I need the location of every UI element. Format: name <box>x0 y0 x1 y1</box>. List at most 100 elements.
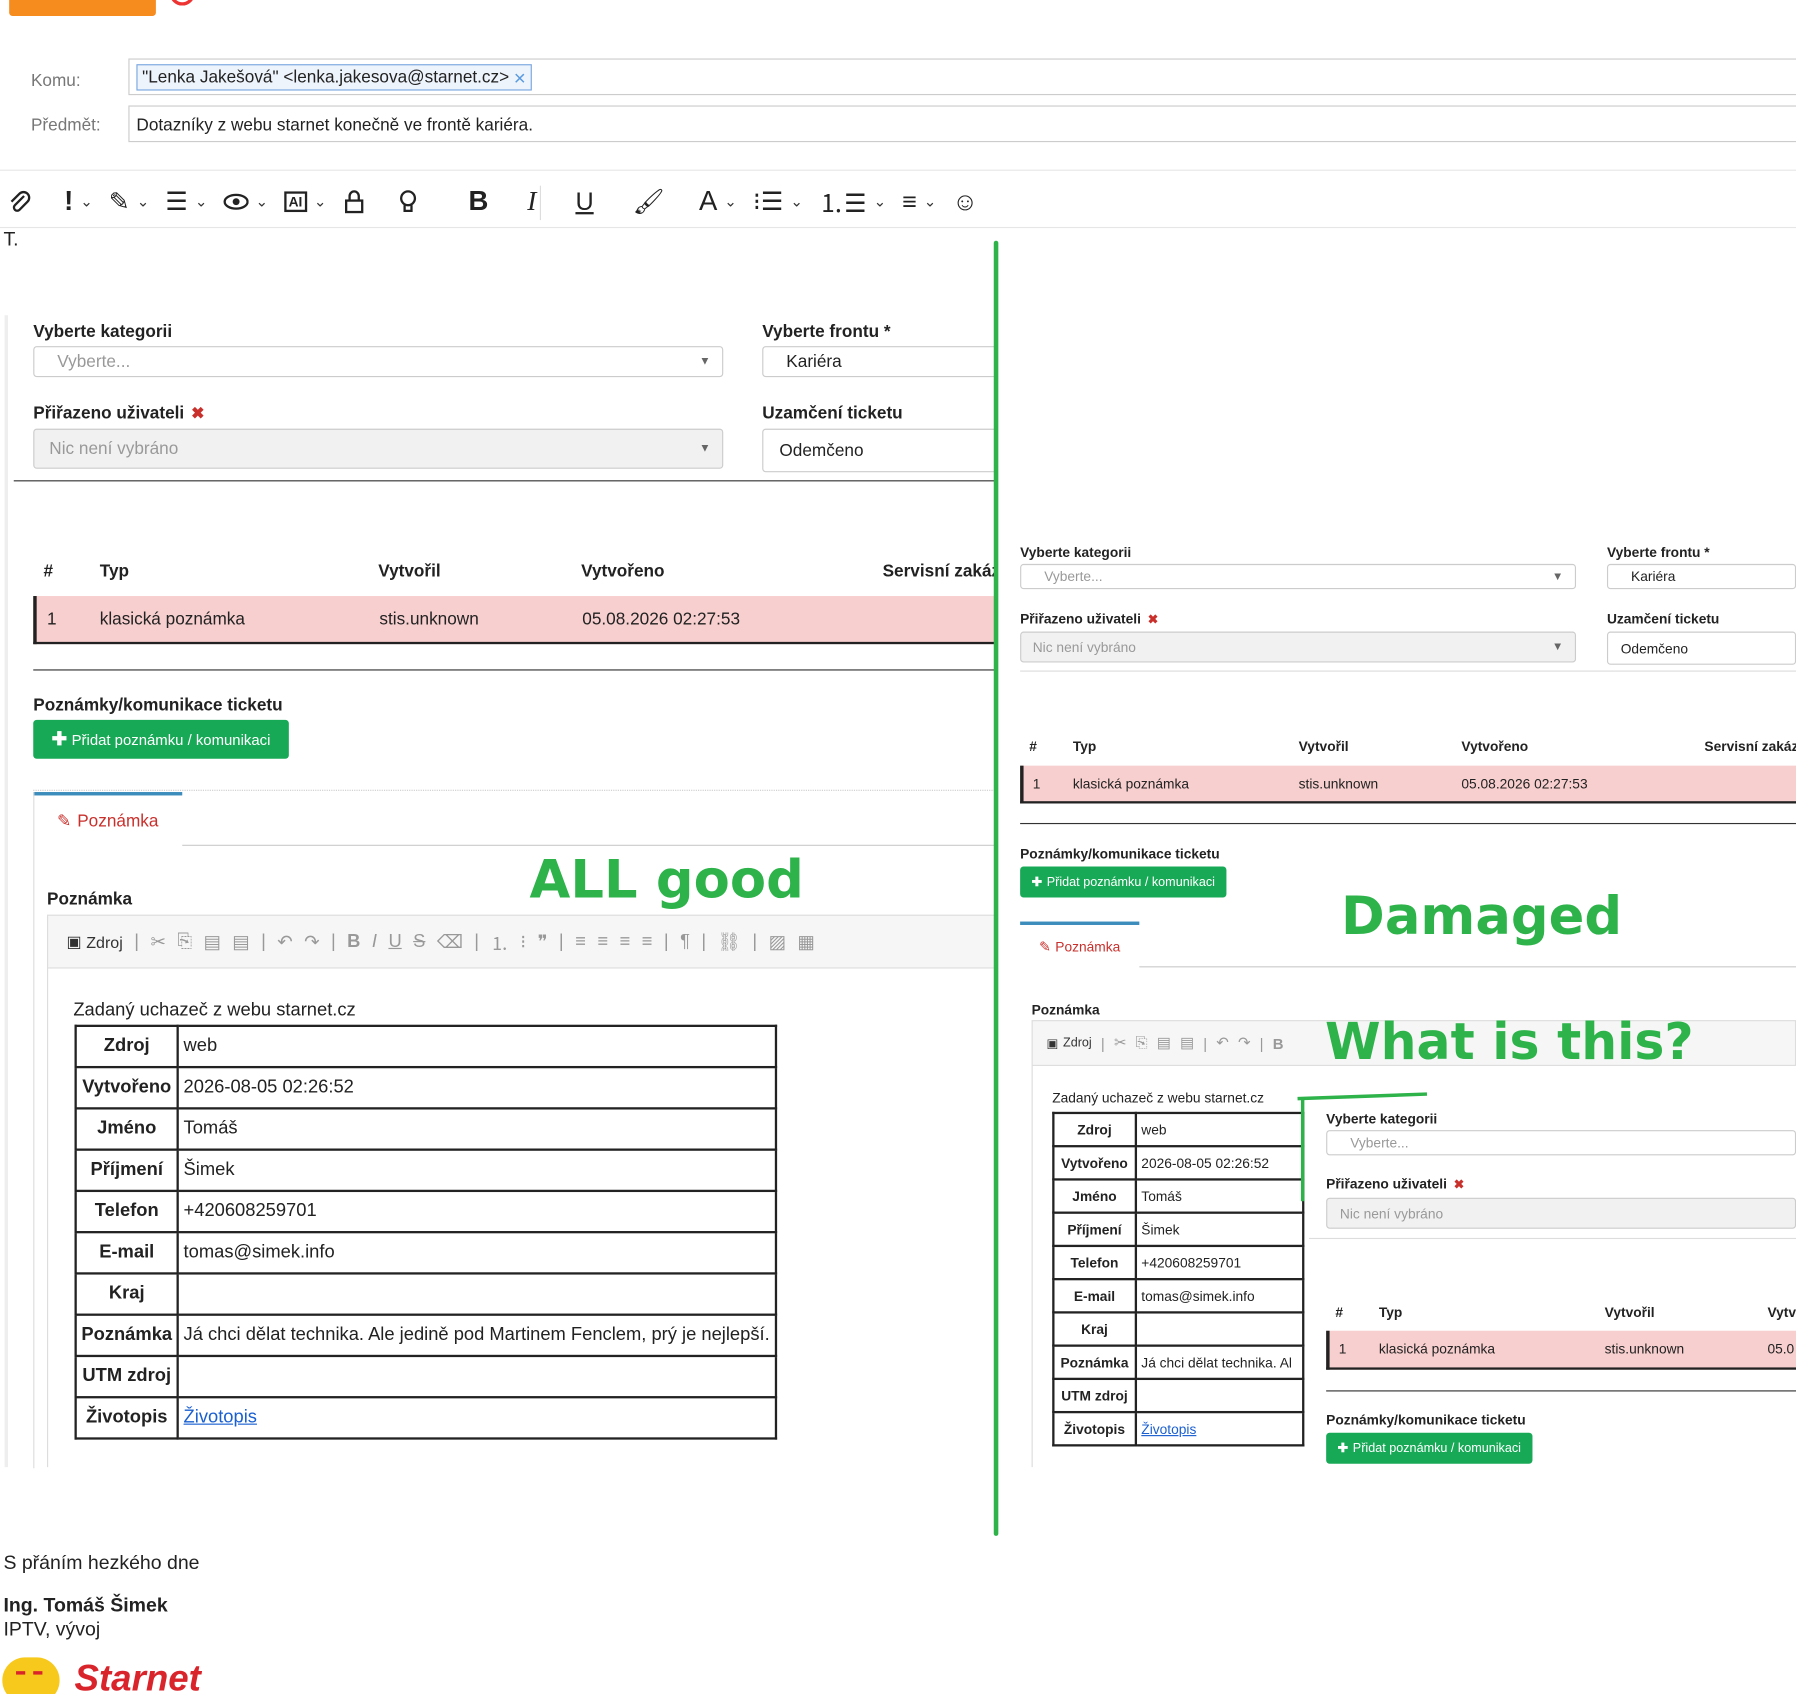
lock-label: Uzamčení ticketu <box>762 403 903 423</box>
row-type: klasická poznámka <box>99 609 245 630</box>
table-row[interactable]: 1 klasická poznámka stis.unknown 05.08.2… <box>33 596 998 645</box>
n-table-row[interactable]: 1 klasická poznámka stis.unknown 05.0 <box>1326 1330 1796 1370</box>
paste-icon[interactable]: ▤ <box>203 930 220 953</box>
table-row: Telefon +420608259701 <box>74 1189 777 1234</box>
r-field-key: Kraj <box>1052 1311 1137 1347</box>
bold-icon[interactable]: B <box>468 186 488 218</box>
format-painter-icon[interactable]: 🖌 <box>633 187 665 217</box>
r-assigned-value: Nic není vybráno <box>1032 639 1136 656</box>
category-placeholder: Vyberte... <box>57 351 131 372</box>
r-field-key: Životopis <box>1052 1410 1137 1447</box>
undo-icon[interactable]: ↶ <box>277 930 292 953</box>
align-left-icon[interactable]: ≡ <box>575 931 586 952</box>
category-select[interactable]: Vyberte... ▼ <box>33 346 724 378</box>
strike-icon[interactable]: S <box>413 931 425 952</box>
paperclip-icon[interactable] <box>7 189 32 214</box>
lock-select[interactable]: Odemčeno <box>762 428 998 473</box>
r-tab-note[interactable]: ✎ Poznámka <box>1020 921 1140 968</box>
starnet-logo-icon <box>2 1657 60 1694</box>
to-field[interactable]: "Lenka Jakešová" <lenka.jakesova@starnet… <box>128 58 1796 96</box>
field-value: Šimek <box>176 1148 777 1193</box>
table-icon[interactable]: ▦ <box>797 930 814 953</box>
bullet-list-icon[interactable]: ⁝☰ ⌄ <box>753 187 803 217</box>
queue-select[interactable]: Kariéra <box>762 346 998 378</box>
n-col-number: # <box>1335 1304 1343 1321</box>
link-icon[interactable]: ⛓ <box>718 930 741 953</box>
assigned-value: Nic není vybráno <box>49 438 179 459</box>
n-plus-icon: ✚ <box>1337 1441 1349 1456</box>
r-table-row: Kraj <box>1052 1311 1305 1347</box>
copy-icon[interactable]: ⎘ <box>177 931 192 952</box>
send-button[interactable] <box>9 0 156 17</box>
assigned-select[interactable]: Nic není vybráno ▼ <box>33 428 724 469</box>
r-row-type: klasická poznámka <box>1072 775 1190 793</box>
underline-icon[interactable]: U <box>388 931 401 952</box>
redo-icon[interactable]: ↷ <box>304 930 319 953</box>
italic-icon[interactable]: I <box>527 186 536 217</box>
align-icon[interactable]: ≡ ⌄ <box>902 187 936 217</box>
field-key: Kraj <box>74 1272 179 1316</box>
editor-toolbar: ▣ Zdroj | ✂ ⎘ ▤ ▤ | ↶ ↷ | B I U S ⌫ | ⒈ ⁝ ❞ | ≡ ≡ ≡ ≡ | ¶ | ⛓… <box>46 914 998 969</box>
quote-icon[interactable]: ❞ <box>538 930 548 953</box>
r-category-label: Vyberte kategorii <box>1020 544 1132 561</box>
r-source-button[interactable]: ▣ Zdroj <box>1046 1036 1091 1050</box>
r-queue-select[interactable]: Kariéra <box>1606 563 1796 590</box>
lock-icon[interactable] <box>342 189 365 214</box>
justify-icon[interactable]: ≡ <box>642 931 653 952</box>
r-table-row[interactable]: 1 klasická poznámka stis.unknown 05.08.2… <box>1020 765 1796 804</box>
subject-field[interactable]: Dotazníky z webu starnet konečně ve fron… <box>128 105 1796 143</box>
r-plus-icon: ✚ <box>1031 875 1043 890</box>
tab-note-label: Poznámka <box>77 810 159 831</box>
r-assigned-label: Přiřazeno uživateli ✖ <box>1020 610 1159 627</box>
align-right-icon[interactable]: ≡ <box>620 931 631 952</box>
template-icon[interactable]: ☰ ⌄ <box>165 187 207 217</box>
r-add-note-button[interactable]: ✚ Přidat poznámku / komunikaci <box>1020 866 1227 898</box>
remove-recipient-icon[interactable]: × <box>514 67 526 88</box>
font-color-icon[interactable]: A ⌄ <box>699 186 737 218</box>
importance-icon[interactable]: ! ⌄ <box>64 186 93 218</box>
r-field-value: Šimek <box>1134 1211 1305 1248</box>
bold-icon[interactable]: B <box>347 931 360 952</box>
r-field-value <box>1134 1311 1305 1347</box>
underline-icon[interactable]: U <box>575 187 593 217</box>
n-add-note-button[interactable]: ✚ Přidat poznámku / komunikaci <box>1326 1432 1533 1464</box>
paste-text-icon[interactable]: ▤ <box>232 930 249 953</box>
ai-icon[interactable]: AI ⌄ <box>284 191 326 213</box>
r-cv-link[interactable]: Životopis <box>1141 1421 1196 1437</box>
numbered-list-icon[interactable]: ⒈☰ ⌄ <box>819 183 886 220</box>
recipient-chip[interactable]: "Lenka Jakešová" <lenka.jakesova@starnet… <box>136 64 532 91</box>
n-category-select[interactable]: Vyberte... <box>1326 1130 1796 1156</box>
r-assigned-select[interactable]: Nic není vybráno ▼ <box>1020 631 1577 663</box>
r-category-select[interactable]: Vyberte... ▼ <box>1020 563 1577 590</box>
bullet-list-icon[interactable]: ⁝ <box>520 930 526 953</box>
add-note-button[interactable]: ✚ Přidat poznámku / komunikaci <box>33 719 289 759</box>
italic-icon[interactable]: I <box>372 931 377 952</box>
r-field-key: Vytvořeno <box>1052 1145 1137 1181</box>
tab-note[interactable]: ✎ Poznámka <box>33 792 183 846</box>
r-col-created: Vytvořeno <box>1461 738 1529 755</box>
n-assigned-select[interactable]: Nic není vybráno <box>1326 1197 1796 1229</box>
recipient-chip-label: "Lenka Jakešová" <lenka.jakesova@starnet… <box>142 67 510 88</box>
r-lock-label: Uzamčení ticketu <box>1606 610 1720 627</box>
cv-link[interactable]: Životopis <box>184 1408 257 1427</box>
paragraph-icon[interactable]: ¶ <box>680 931 690 952</box>
align-center-icon[interactable]: ≡ <box>597 931 608 952</box>
image-icon[interactable]: ▨ <box>769 930 786 953</box>
numbered-list-icon[interactable]: ⒈ <box>490 928 508 956</box>
col-created: Vytvořeno <box>581 561 665 582</box>
r-field-key: Poznámka <box>1052 1344 1137 1381</box>
lightbulb-icon[interactable] <box>397 189 418 214</box>
lock-value: Odemčeno <box>779 440 864 461</box>
field-key: Vytvořeno <box>74 1065 179 1110</box>
r-lock-select[interactable]: Odemčeno <box>1606 631 1796 665</box>
field-key: Poznámka <box>74 1313 179 1358</box>
emoji-icon[interactable]: ☺ <box>952 187 978 217</box>
cut-icon[interactable]: ✂ <box>150 930 165 953</box>
edit-icon: ✎ <box>57 811 72 831</box>
r-field-value: 2026-08-05 02:26:52 <box>1134 1145 1305 1181</box>
eye-icon[interactable]: ⌄ <box>223 193 268 211</box>
r-table-row: Vytvořeno 2026-08-05 02:26:52 <box>1052 1145 1305 1181</box>
source-button[interactable]: ▣ Zdroj <box>66 932 122 951</box>
pen-icon[interactable]: ✎ ⌄ <box>109 187 150 217</box>
clear-format-icon[interactable]: ⌫ <box>437 930 463 953</box>
